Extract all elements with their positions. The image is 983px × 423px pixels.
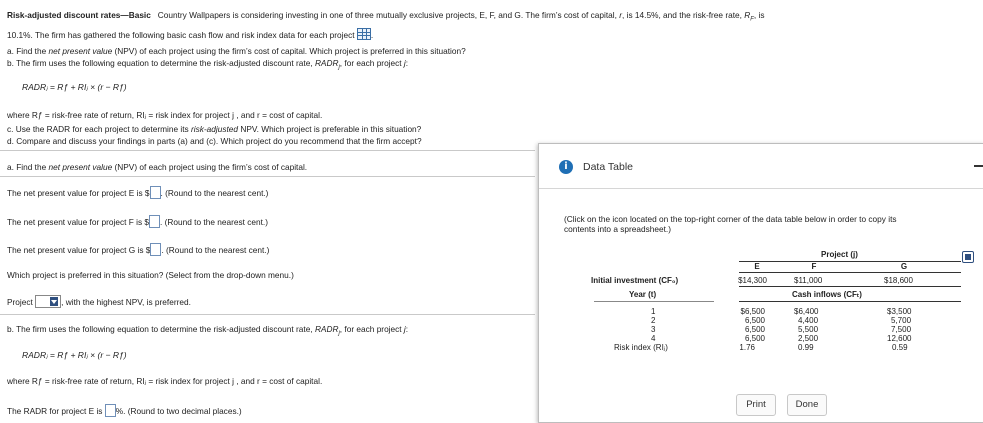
part-b-header: b. The firm uses the following equation … bbox=[7, 324, 409, 337]
npv-g-input[interactable] bbox=[150, 243, 162, 256]
dialog-title: Data Table bbox=[583, 161, 634, 173]
col-g-header: G bbox=[900, 262, 908, 271]
year-2: 2 bbox=[651, 316, 656, 325]
year-4: 4 bbox=[651, 334, 656, 343]
copy-to-spreadsheet-icon[interactable] bbox=[962, 251, 974, 263]
project-select-row: Project , with the highest NPV, is prefe… bbox=[7, 295, 191, 308]
cf-g-2: 5,700 bbox=[891, 316, 912, 325]
radr-e-row: The RADR for project E is %. (Round to t… bbox=[7, 404, 242, 417]
cf-g-4: 12,600 bbox=[887, 334, 912, 343]
npv-f-row: The net present value for project F is $… bbox=[7, 215, 268, 228]
cf-g-3: 7,500 bbox=[891, 325, 912, 334]
cash-header-rule bbox=[739, 301, 961, 302]
year-3: 3 bbox=[651, 325, 656, 334]
problem-line-2: 10.1%. The firm has gathered the followi… bbox=[7, 28, 374, 40]
initial-e: $14,300 bbox=[738, 276, 767, 285]
chevron-down-icon bbox=[50, 297, 59, 306]
cf-f-4: 2,500 bbox=[798, 334, 819, 343]
data-table-icon[interactable] bbox=[356, 28, 371, 40]
risk-f: 0.99 bbox=[798, 343, 814, 352]
info-icon: i bbox=[559, 160, 573, 174]
risk-index-label: Risk index (RIⱼ) bbox=[614, 343, 668, 352]
part-a-divider bbox=[0, 176, 535, 177]
cf-e-1: $6,500 bbox=[740, 307, 765, 316]
question-a: a. Find the net present value (NPV) of e… bbox=[7, 46, 466, 56]
initial-g: $18,600 bbox=[884, 276, 913, 285]
cf-e-3: 6,500 bbox=[744, 325, 765, 334]
radr-e-input[interactable] bbox=[104, 404, 116, 417]
initial-investment-label: Initial investment (CF₀) bbox=[591, 276, 679, 285]
problem-intro: Country Wallpapers is considering invest… bbox=[157, 10, 617, 20]
problem-intro-3: , is bbox=[753, 10, 765, 20]
npv-e-input[interactable] bbox=[149, 186, 161, 199]
problem-intro-2: , is 14.5%, and the risk-free rate, bbox=[622, 10, 742, 20]
cf-e-2: 6,500 bbox=[744, 316, 765, 325]
dialog-header: i Data Table bbox=[539, 144, 983, 189]
formula-legend-b: where Rƒ = risk-free rate of return, RIⱼ… bbox=[7, 376, 323, 386]
part-b-divider bbox=[0, 314, 535, 315]
initial-rule bbox=[739, 286, 961, 287]
initial-f: $11,000 bbox=[794, 276, 823, 285]
radr-formula: RADRⱼ = Rƒ + RIⱼ × (r − Rƒ) bbox=[22, 82, 127, 92]
cash-inflows-label: Cash inflows (CFₜ) bbox=[792, 290, 862, 299]
npv-e-row: The net present value for project E is $… bbox=[7, 186, 269, 199]
section-divider bbox=[0, 150, 535, 151]
risk-free-symbol: RF bbox=[744, 10, 754, 23]
cf-f-1: $6,400 bbox=[794, 307, 819, 316]
cf-g-1: $3,500 bbox=[887, 307, 912, 316]
radr-formula-b: RADRⱼ = Rƒ + RIⱼ × (r − Rƒ) bbox=[22, 350, 127, 360]
minimize-icon[interactable] bbox=[974, 165, 983, 167]
cf-e-4: 6,500 bbox=[744, 334, 765, 343]
dialog-instructions: (Click on the icon located on the top-ri… bbox=[564, 214, 897, 234]
which-project-question: Which project is preferred in this situa… bbox=[7, 270, 294, 280]
problem-line-1: Risk-adjusted discount rates—Basic Count… bbox=[7, 10, 765, 23]
question-d: d. Compare and discuss your findings in … bbox=[7, 136, 422, 146]
npv-f-input[interactable] bbox=[149, 215, 161, 228]
formula-legend: where Rƒ = risk-free rate of return, RIⱼ… bbox=[7, 110, 323, 120]
cf-f-3: 5,500 bbox=[798, 325, 819, 334]
project-dropdown[interactable] bbox=[35, 295, 62, 308]
col-header-rule bbox=[739, 272, 961, 273]
col-f-header: F bbox=[811, 262, 817, 271]
year-rule bbox=[594, 301, 714, 302]
question-b: b. The firm uses the following equation … bbox=[7, 58, 409, 71]
year-label: Year (t) bbox=[629, 290, 657, 299]
cf-f-2: 4,400 bbox=[798, 316, 819, 325]
project-header: Project (j) bbox=[821, 250, 858, 259]
part-a-header: a. Find the net present value (NPV) of e… bbox=[7, 162, 308, 172]
col-e-header: E bbox=[754, 262, 760, 271]
print-button[interactable]: Print bbox=[736, 394, 776, 416]
risk-e: 1.76 bbox=[739, 343, 755, 352]
risk-g: 0.59 bbox=[892, 343, 908, 352]
data-table-dialog: i Data Table (Click on the icon located … bbox=[538, 143, 983, 423]
year-1: 1 bbox=[651, 307, 656, 316]
done-button[interactable]: Done bbox=[787, 394, 827, 416]
problem-intro-4: 10.1%. The firm has gathered the followi… bbox=[7, 30, 355, 40]
question-c: c. Use the RADR for each project to dete… bbox=[7, 124, 422, 134]
npv-g-row: The net present value for project G is $… bbox=[7, 243, 270, 256]
problem-title: Risk-adjusted discount rates—Basic bbox=[7, 10, 151, 20]
